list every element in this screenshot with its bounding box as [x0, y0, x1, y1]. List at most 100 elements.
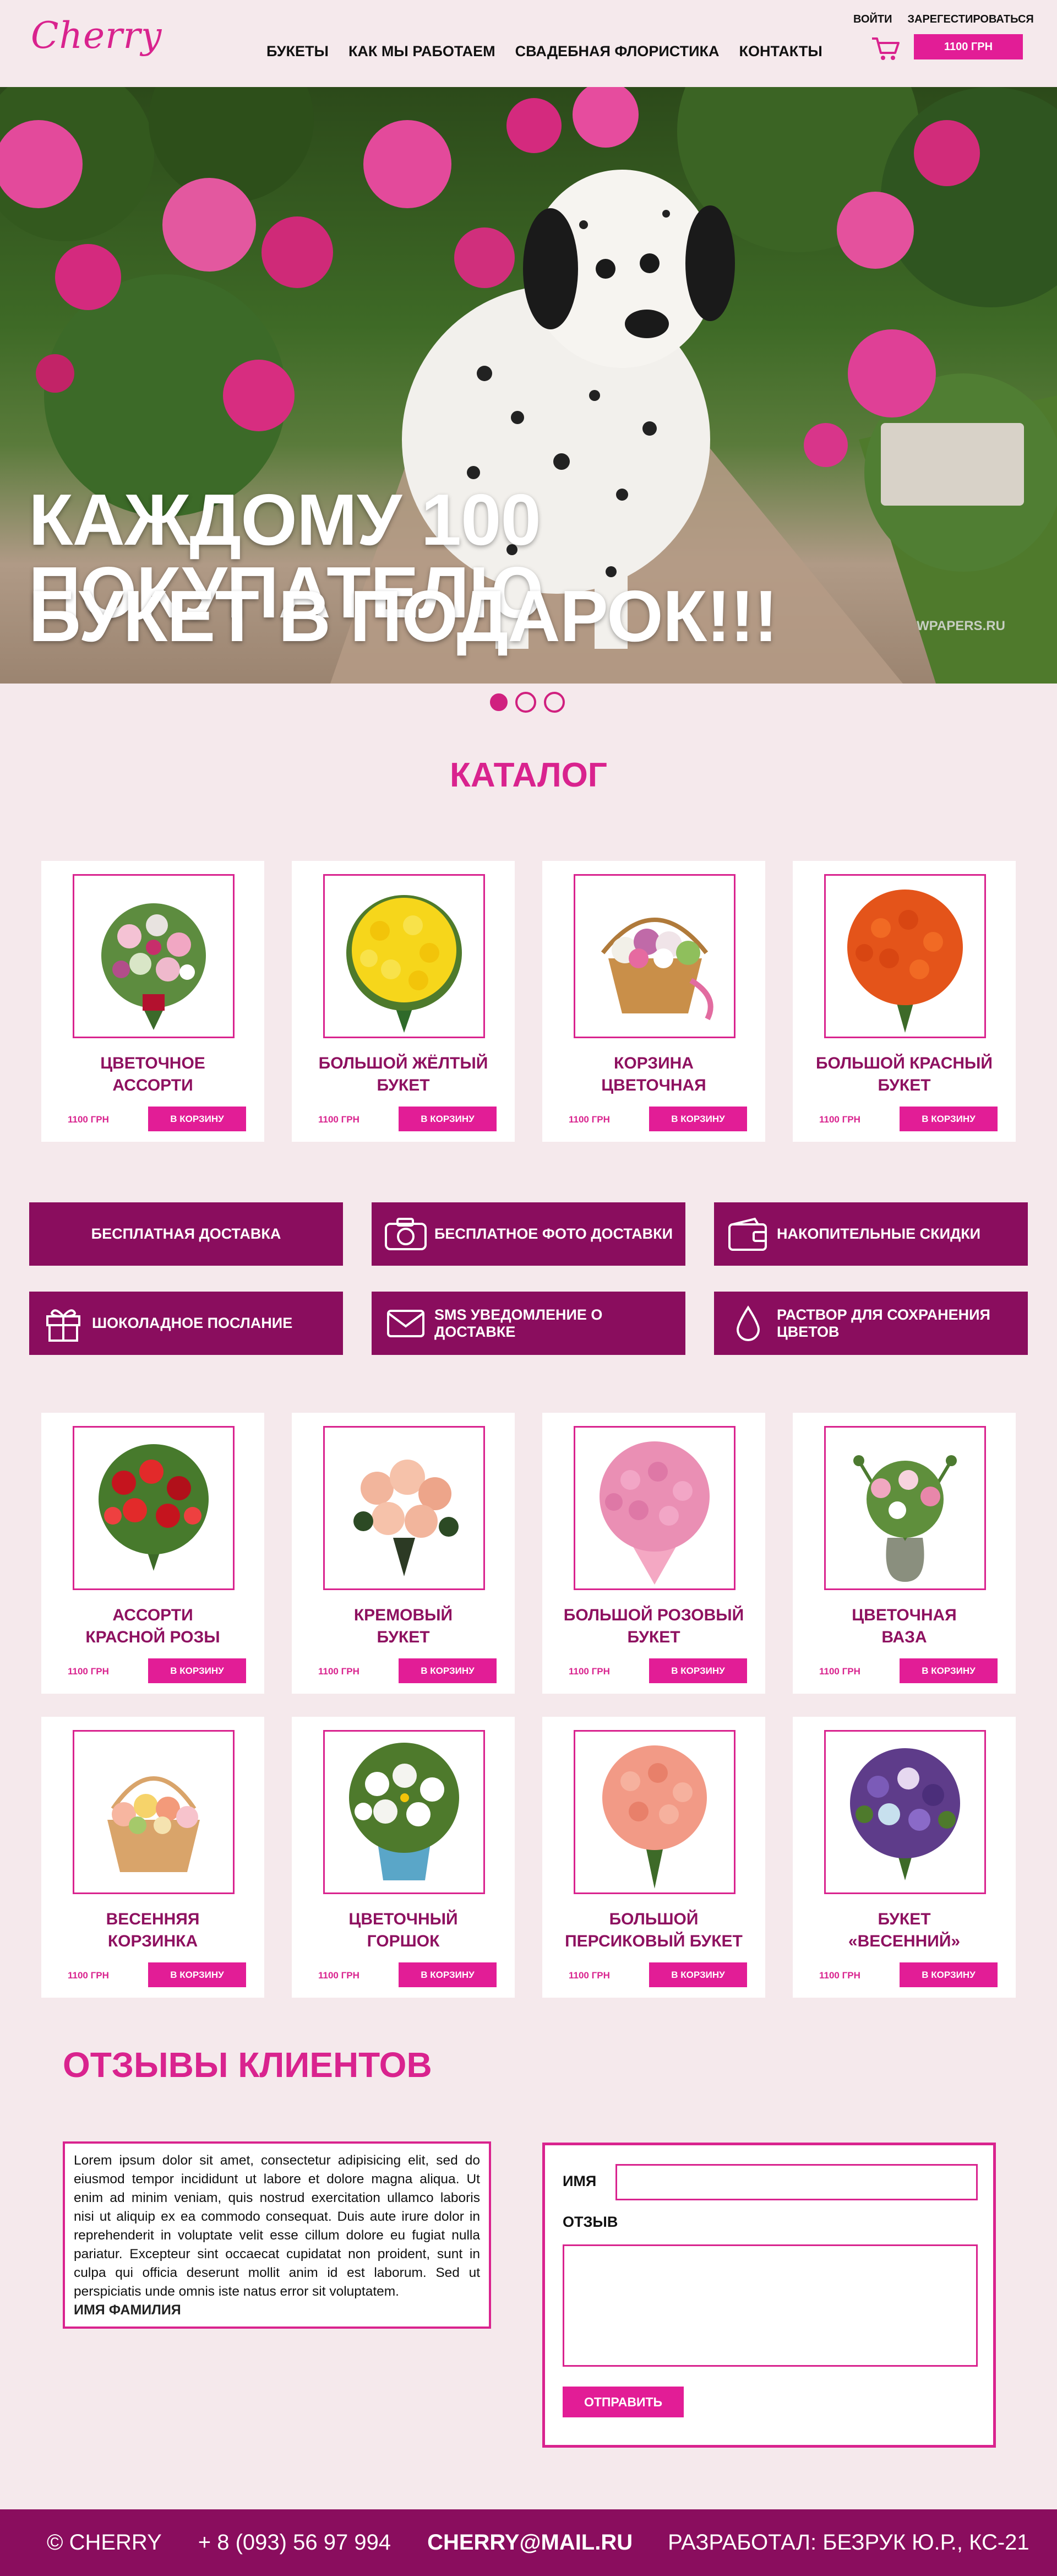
product-name: БОЛЬШОЙ ПЕРСИКОВЫЙ БУКЕТ	[565, 1910, 743, 1950]
cart-icon[interactable]	[870, 34, 901, 63]
feature-chocolate: ШОКОЛАДНОЕ ПОСЛАНИЕ	[29, 1292, 343, 1355]
product-photo[interactable]	[824, 874, 986, 1038]
product-photo[interactable]	[574, 1426, 735, 1590]
add-to-cart-button[interactable]: В КОРЗИНУ	[649, 1107, 747, 1131]
product-name: ЦВЕТОЧНАЯ ВАЗА	[852, 1606, 957, 1646]
product-photo[interactable]	[824, 1426, 986, 1590]
product-photo[interactable]	[574, 874, 735, 1038]
product-photo[interactable]	[73, 1730, 235, 1894]
review-author: ИМЯ ФАМИЛИЯ	[74, 2302, 181, 2318]
product-price: 1100 ГРН	[68, 1970, 109, 1981]
drop-icon	[726, 1301, 770, 1346]
product-card: ВЕСЕННЯЯ КОРЗИНКА 1100 ГРН В КОРЗИНУ	[41, 1717, 264, 1998]
product-card: ЦВЕТОЧНЫЙ ГОРШОК 1100 ГРН В КОРЗИНУ	[292, 1717, 515, 1998]
product-card: БОЛЬШОЙ РОЗОВЫЙ БУКЕТ 1100 ГРН В КОРЗИНУ	[542, 1413, 765, 1694]
product-price: 1100 ГРН	[318, 1970, 359, 1981]
product-photo[interactable]	[323, 1426, 485, 1590]
wallet-icon	[726, 1212, 770, 1256]
slider-dot-3[interactable]	[544, 692, 565, 713]
nav-contacts[interactable]: КОНТАКТЫ	[739, 43, 822, 60]
feature-free-delivery: БЕСПЛАТНАЯ ДОСТАВКА	[29, 1202, 343, 1266]
feature-flower-solution: РАСТВОР ДЛЯ СОХРАНЕНИЯ ЦВЕТОВ	[714, 1292, 1028, 1355]
auth-links: ВОЙТИ ЗАРЕГЕСТИРОВАТЬСЯ	[853, 13, 1034, 26]
submit-button[interactable]: ОТПРАВИТЬ	[563, 2387, 684, 2417]
hero-headline-line2: БУКЕТ В ПОДАРОК!!!	[29, 576, 778, 657]
site-header: Cherry БУКЕТЫ КАК МЫ РАБОТАЕМ СВАДЕБНАЯ …	[0, 0, 1057, 87]
product-price: 1100 ГРН	[569, 1970, 610, 1981]
watermark: WPAPERS.RU	[917, 619, 1005, 633]
review-form: ИМЯ ОТЗЫВ ОТПРАВИТЬ	[542, 2143, 996, 2448]
slider-dot-1[interactable]	[490, 693, 508, 711]
add-to-cart-button[interactable]: В КОРЗИНУ	[900, 1962, 998, 1987]
envelope-icon	[384, 1301, 428, 1346]
product-price: 1100 ГРН	[569, 1114, 610, 1125]
feature-label: БЕСПЛАТНАЯ ДОСТАВКА	[91, 1225, 281, 1242]
product-card: КРЕМОВЫЙ БУКЕТ 1100 ГРН В КОРЗИНУ	[292, 1413, 515, 1694]
product-card: БОЛЬШОЙ ПЕРСИКОВЫЙ БУКЕТ 1100 ГРН В КОРЗИ…	[542, 1717, 765, 1998]
product-name: КОРЗИНА ЦВЕТОЧНАЯ	[601, 1054, 706, 1094]
feature-label: НАКОПИТЕЛЬНЫЕ СКИДКИ	[777, 1225, 981, 1242]
product-photo[interactable]	[323, 1730, 485, 1894]
site-footer: © CHERRY + 8 (093) 56 97 994 CHERRY@MAIL…	[0, 2509, 1057, 2576]
add-to-cart-button[interactable]: В КОРЗИНУ	[399, 1962, 497, 1987]
hero-banner: КАЖДОМУ 100 ПОКУПАТЕЛЮ БУКЕТ В ПОДАРОК!!…	[0, 87, 1057, 684]
feature-label: SMS УВЕДОМЛЕНИЕ О ДОСТАВКЕ	[434, 1306, 603, 1340]
product-price: 1100 ГРН	[68, 1114, 109, 1125]
footer-developer: РАЗРАБОТАЛ: БЕЗРУК Ю.Р., КС-21	[668, 2530, 1029, 2555]
product-photo[interactable]	[323, 874, 485, 1038]
nav-wedding[interactable]: СВАДЕБНАЯ ФЛОРИСТИКА	[515, 43, 720, 60]
add-to-cart-button[interactable]: В КОРЗИНУ	[900, 1658, 998, 1683]
add-to-cart-button[interactable]: В КОРЗИНУ	[649, 1658, 747, 1683]
product-price: 1100 ГРН	[318, 1114, 359, 1125]
feature-photo-delivery: БЕСПЛАТНОЕ ФОТО ДОСТАВКИ	[372, 1202, 685, 1266]
product-name: БОЛЬШОЙ КРАСНЫЙ БУКЕТ	[815, 1054, 993, 1094]
register-link[interactable]: ЗАРЕГЕСТИРОВАТЬСЯ	[907, 13, 1033, 26]
nav-how-we-work[interactable]: КАК МЫ РАБОТАЕМ	[348, 43, 495, 60]
product-name: АССОРТИ КРАСНОЙ РОЗЫ	[85, 1606, 220, 1646]
logo[interactable]: Cherry	[31, 14, 162, 57]
feature-label: БЕСПЛАТНОЕ ФОТО ДОСТАВКИ	[434, 1225, 673, 1242]
add-to-cart-button[interactable]: В КОРЗИНУ	[399, 1658, 497, 1683]
add-to-cart-button[interactable]: В КОРЗИНУ	[900, 1107, 998, 1131]
add-to-cart-button[interactable]: В КОРЗИНУ	[649, 1962, 747, 1987]
product-card: ЦВЕТОЧНАЯ ВАЗА 1100 ГРН В КОРЗИНУ	[793, 1413, 1016, 1694]
product-photo[interactable]	[824, 1730, 986, 1894]
gift-icon	[41, 1301, 85, 1346]
product-name: ЦВЕТОЧНОЕ АССОРТИ	[100, 1054, 205, 1094]
footer-email[interactable]: CHERRY@MAIL.RU	[427, 2530, 633, 2555]
feature-sms: SMS УВЕДОМЛЕНИЕ О ДОСТАВКЕ	[372, 1292, 685, 1355]
catalog-title: КАТАЛОГ	[450, 756, 607, 794]
slider-dots	[490, 692, 565, 713]
login-link[interactable]: ВОЙТИ	[853, 13, 892, 26]
product-card: БОЛЬШОЙ ЖЁЛТЫЙ БУКЕТ 1100 ГРН В КОРЗИНУ	[292, 861, 515, 1142]
add-to-cart-button[interactable]: В КОРЗИНУ	[148, 1107, 246, 1131]
product-name: КРЕМОВЫЙ БУКЕТ	[353, 1606, 453, 1646]
review-text: Lorem ipsum dolor sit amet, consectetur …	[74, 2153, 480, 2299]
product-price: 1100 ГРН	[318, 1666, 359, 1677]
slider-dot-2[interactable]	[515, 692, 536, 713]
product-price: 1100 ГРН	[68, 1666, 109, 1677]
product-photo[interactable]	[73, 1426, 235, 1590]
product-price: 1100 ГРН	[819, 1970, 860, 1981]
product-photo[interactable]	[73, 874, 235, 1038]
product-name: БОЛЬШОЙ ЖЁЛТЫЙ БУКЕТ	[318, 1054, 488, 1094]
name-input[interactable]	[615, 2164, 978, 2200]
review-label: ОТЗЫВ	[563, 2214, 618, 2230]
cart-total-button[interactable]: 1100 ГРН	[914, 34, 1023, 59]
product-card: АССОРТИ КРАСНОЙ РОЗЫ 1100 ГРН В КОРЗИНУ	[41, 1413, 264, 1694]
product-card: БОЛЬШОЙ КРАСНЫЙ БУКЕТ 1100 ГРН В КОРЗИНУ	[793, 861, 1016, 1142]
product-price: 1100 ГРН	[819, 1666, 860, 1677]
review-card: Lorem ipsum dolor sit amet, consectetur …	[63, 2141, 491, 2329]
add-to-cart-button[interactable]: В КОРЗИНУ	[148, 1658, 246, 1683]
camera-icon	[384, 1212, 428, 1256]
add-to-cart-button[interactable]: В КОРЗИНУ	[148, 1962, 246, 1987]
product-card: КОРЗИНА ЦВЕТОЧНАЯ 1100 ГРН В КОРЗИНУ	[542, 861, 765, 1142]
product-card: ЦВЕТОЧНОЕ АССОРТИ 1100 ГРН В КОРЗИНУ	[41, 861, 264, 1142]
nav-bouquets[interactable]: БУКЕТЫ	[266, 43, 329, 60]
footer-phone[interactable]: + 8 (093) 56 97 994	[198, 2530, 391, 2555]
product-card: БУКЕТ «ВЕСЕННИЙ» 1100 ГРН В КОРЗИНУ	[793, 1717, 1016, 1998]
review-textarea[interactable]	[563, 2244, 978, 2367]
add-to-cart-button[interactable]: В КОРЗИНУ	[399, 1107, 497, 1131]
product-price: 1100 ГРН	[569, 1666, 610, 1677]
product-photo[interactable]	[574, 1730, 735, 1894]
